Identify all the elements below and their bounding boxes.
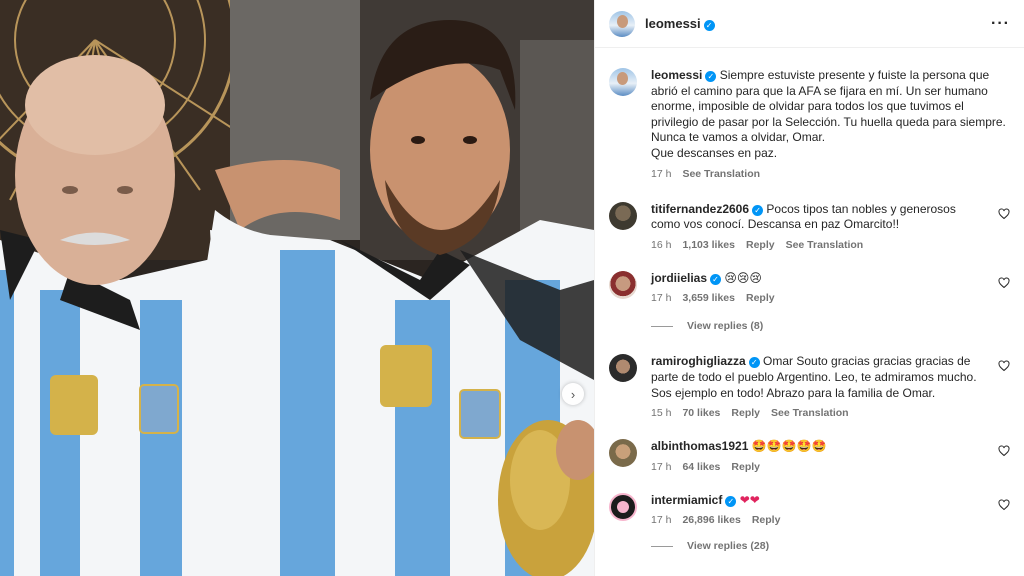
reply-button[interactable]: Reply (731, 407, 760, 419)
caption-line: privilegio de pasar por la Selección. Tu… (651, 114, 1006, 129)
comment-likes[interactable]: 26,896 likes (682, 514, 740, 526)
caption-meta: 17 h See Translation (651, 168, 1010, 180)
photo-illustration (0, 0, 594, 576)
heart-outline-icon[interactable] (998, 277, 1010, 289)
reply-button[interactable]: Reply (746, 292, 775, 304)
see-translation-link[interactable]: See Translation (786, 239, 864, 251)
comment-username[interactable]: intermiamicf (651, 493, 722, 507)
author-avatar[interactable] (609, 10, 635, 37)
comment-avatar[interactable] (609, 354, 637, 383)
heart-outline-icon[interactable] (998, 208, 1010, 220)
comment-time[interactable]: 17 h (651, 461, 671, 473)
caption-line: Nunca te vamos a olvidar, Omar. (651, 130, 826, 145)
comment-avatar[interactable] (609, 201, 637, 230)
caption-line: enorme, imposible de olvidar para todos … (651, 99, 964, 114)
author-username[interactable]: leomessi ✓ (645, 16, 715, 31)
verified-badge-icon: ✓ (725, 495, 737, 507)
comment-emoji: 😢😢😢 (724, 270, 762, 285)
comment-text: albinthomas1921 🤩🤩🤩🤩🤩 (651, 439, 988, 455)
comment-text: ramiroghigliazza ✓ Omar Souto gracias gra… (651, 354, 988, 401)
comment-username[interactable]: albinthomas1921 (651, 439, 748, 453)
caption-time[interactable]: 17 h (651, 168, 671, 180)
carousel-next-button[interactable]: › (562, 383, 584, 405)
comment-likes[interactable]: 64 likes (682, 461, 720, 473)
comment: titifernandez2606 ✓ Pocos tipos tan noble… (609, 201, 1010, 251)
comment-likes[interactable]: 70 likes (682, 407, 720, 419)
verified-badge-icon: ✓ (703, 20, 715, 31)
caption-line: Siempre estuviste presente y fuiste la p… (719, 68, 990, 82)
comment-meta: 16 h 1,103 likes Reply See Translation (651, 239, 988, 251)
view-replies-button[interactable]: View replies (28) (651, 540, 1010, 552)
post-sidebar: leomessi ✓ ··· leomessi ✓ Siempre estuvist… (594, 0, 1024, 576)
verified-badge-icon: ✓ (710, 273, 722, 285)
comment-username[interactable]: titifernandez2606 (651, 202, 749, 216)
comment-avatar[interactable] (609, 439, 637, 468)
comment-text: jordiielias ✓ 😢😢😢 (651, 271, 988, 287)
view-replies-button[interactable]: View replies (8) (651, 320, 1010, 332)
post-header: leomessi ✓ ··· (595, 0, 1024, 48)
comment-avatar[interactable] (609, 270, 637, 299)
caption-username[interactable]: leomessi (651, 68, 702, 82)
comment: albinthomas1921 🤩🤩🤩🤩🤩 17 h 64 likes Repl… (609, 439, 1010, 473)
see-translation-link[interactable]: See Translation (771, 407, 849, 419)
heart-outline-icon[interactable] (998, 360, 1010, 372)
more-options-icon[interactable]: ··· (991, 15, 1010, 33)
caption-text: leomessi ✓ Siempre estuviste presente y f… (651, 68, 1010, 162)
comment-time[interactable]: 17 h (651, 514, 671, 526)
comment-meta: 17 h 26,896 likes Reply (651, 514, 988, 526)
comment-time[interactable]: 17 h (651, 292, 671, 304)
post-photo[interactable]: › (0, 0, 594, 576)
reply-button[interactable]: Reply (752, 514, 781, 526)
comment-time[interactable]: 16 h (651, 239, 671, 251)
comment: intermiamicf ✓ ❤❤ 17 h 26,896 likes Reply (609, 492, 1010, 526)
verified-badge-icon: ✓ (752, 204, 764, 216)
caption-avatar[interactable] (609, 68, 637, 96)
chevron-right-icon: › (570, 386, 576, 402)
see-translation-link[interactable]: See Translation (682, 168, 760, 180)
heart-outline-icon[interactable] (998, 499, 1010, 511)
caption-line: Que descanses en paz. (651, 145, 778, 160)
comment-likes[interactable]: 1,103 likes (682, 239, 735, 251)
verified-badge-icon: ✓ (748, 357, 760, 369)
comment-meta: 15 h 70 likes Reply See Translation (651, 407, 988, 419)
verified-badge-icon: ✓ (705, 71, 717, 82)
caption: leomessi ✓ Siempre estuviste presente y f… (609, 68, 1010, 180)
comment-likes[interactable]: 3,659 likes (682, 292, 735, 304)
comment-time[interactable]: 15 h (651, 407, 671, 419)
reply-button[interactable]: Reply (731, 461, 760, 473)
author-username-text[interactable]: leomessi (645, 16, 701, 31)
comment: ramiroghigliazza ✓ Omar Souto gracias gra… (609, 354, 1010, 419)
comment-emoji: 🤩🤩🤩🤩🤩 (751, 439, 827, 454)
comment: jordiielias ✓ 😢😢😢 17 h 3,659 likes Reply (609, 270, 1010, 304)
comment-text: titifernandez2606 ✓ Pocos tipos tan noble… (651, 202, 988, 233)
comment-avatar[interactable] (609, 492, 637, 521)
comments-list: leomessi ✓ Siempre estuviste presente y f… (595, 48, 1024, 552)
comment-username[interactable]: jordiielias (651, 271, 707, 285)
caption-line: abrió el camino para que la AFA se fijar… (651, 83, 988, 98)
comment-emoji: ❤❤ (739, 492, 760, 507)
comment-username[interactable]: ramiroghigliazza (651, 354, 746, 368)
comment-meta: 17 h 3,659 likes Reply (651, 292, 988, 304)
comment-meta: 17 h 64 likes Reply (651, 461, 988, 473)
reply-button[interactable]: Reply (746, 239, 775, 251)
heart-outline-icon[interactable] (998, 445, 1010, 457)
comment-text: intermiamicf ✓ ❤❤ (651, 493, 988, 509)
